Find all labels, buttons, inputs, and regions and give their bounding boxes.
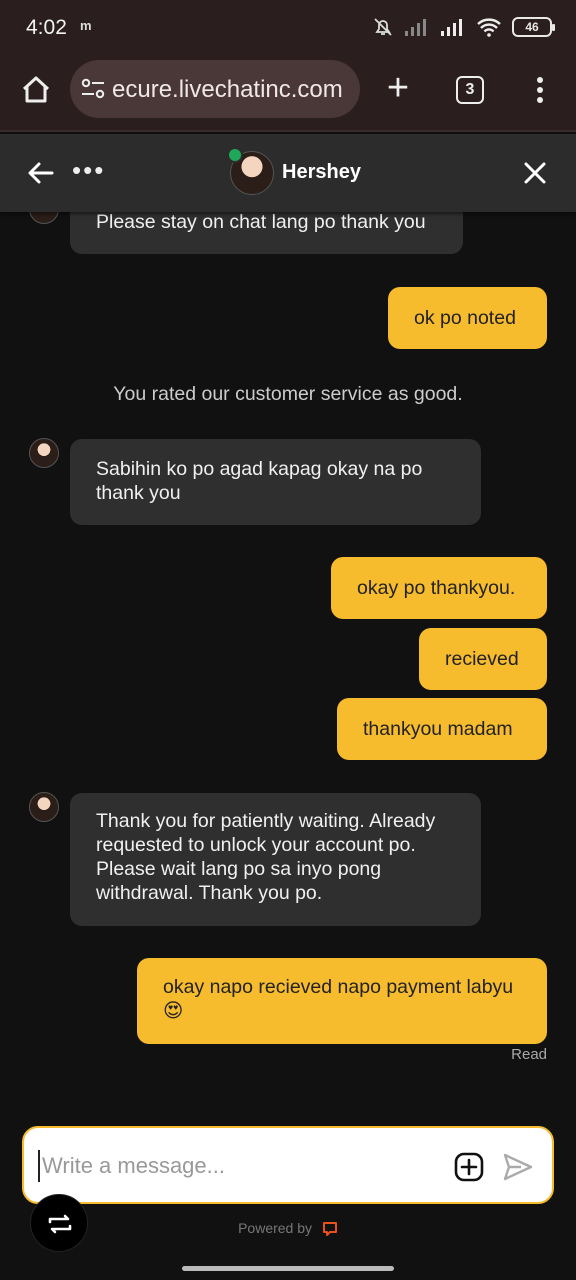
close-icon[interactable] bbox=[522, 160, 548, 186]
battery-icon: 46 bbox=[512, 17, 555, 37]
user-message: recieved bbox=[419, 628, 547, 690]
status-icons: 46 bbox=[372, 16, 555, 38]
gesture-nav-handle bbox=[182, 1266, 394, 1271]
wifi-icon bbox=[477, 18, 501, 37]
message-input[interactable] bbox=[38, 1150, 438, 1182]
site-settings-icon[interactable] bbox=[80, 77, 106, 101]
message-composer bbox=[22, 1126, 554, 1204]
notification-icon: m bbox=[80, 18, 92, 33]
new-tab-icon[interactable]: + bbox=[380, 69, 416, 107]
user-message: ok po noted bbox=[388, 287, 547, 349]
agent-avatar-small bbox=[29, 438, 59, 468]
signal-icon bbox=[405, 19, 426, 36]
back-arrow-icon[interactable] bbox=[26, 158, 56, 188]
user-message: okay po thankyou. bbox=[331, 557, 547, 619]
livechat-logo-icon bbox=[322, 1222, 337, 1237]
agent-message: Thank you for patiently waiting. Already… bbox=[70, 793, 481, 926]
browser-toolbar: ecure.livechatinc.com + 3 bbox=[0, 56, 576, 132]
address-bar[interactable]: ecure.livechatinc.com bbox=[70, 60, 360, 118]
status-time: 4:02 bbox=[26, 16, 67, 39]
powered-by: Powered by bbox=[0, 1220, 576, 1237]
user-message: okay napo recieved napo payment labyu 😍 bbox=[137, 958, 547, 1044]
more-options-icon[interactable]: ••• bbox=[72, 157, 105, 183]
system-message: You rated our customer service as good. bbox=[113, 383, 463, 405]
kebab-menu-icon[interactable] bbox=[528, 72, 552, 108]
url-text[interactable]: ecure.livechatinc.com bbox=[112, 76, 352, 104]
chat-header: ••• Hershey bbox=[0, 134, 576, 212]
agent-message: Sabihin ko po agad kapag okay na po than… bbox=[70, 439, 481, 525]
powered-by-label: Powered by bbox=[238, 1220, 313, 1236]
agent-avatar-small bbox=[29, 792, 59, 822]
status-bar: 4:02 m 46 bbox=[0, 0, 576, 56]
silent-bell-icon bbox=[374, 18, 392, 36]
add-attachment-icon[interactable] bbox=[454, 1152, 484, 1182]
signal-icon-2 bbox=[441, 19, 462, 36]
send-icon[interactable] bbox=[502, 1152, 534, 1182]
read-receipt: Read bbox=[511, 1046, 547, 1063]
user-message: thankyou madam bbox=[337, 698, 547, 760]
home-icon[interactable] bbox=[18, 72, 54, 108]
online-status-dot bbox=[227, 147, 243, 163]
agent-name: Hershey bbox=[282, 161, 361, 183]
tab-switcher-button[interactable]: 3 bbox=[456, 76, 484, 104]
